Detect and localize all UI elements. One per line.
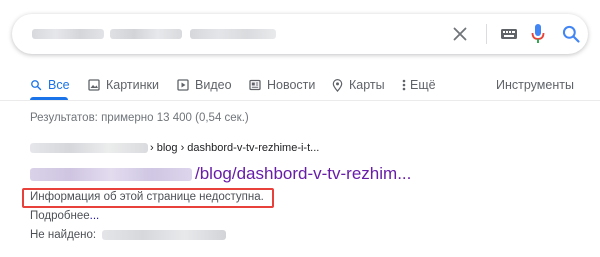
tab-label: Ещё <box>410 78 436 92</box>
blurred-missing-terms <box>102 230 227 240</box>
breadcrumb-path: › blog › dashbord-v-tv-rezhime-i-t... <box>150 142 320 154</box>
more-dots-icon <box>402 79 406 91</box>
search-tabs: Все Картинки Видео Новости Карты Ещё Инс… <box>0 70 600 100</box>
tab-all[interactable]: Все <box>30 75 70 95</box>
tools-button[interactable]: Инструменты <box>496 75 574 95</box>
news-icon <box>249 79 261 91</box>
tab-label: Видео <box>195 78 232 92</box>
tabs-divider <box>0 100 600 101</box>
tab-label: Новости <box>267 78 316 92</box>
blurred-query-part <box>32 29 104 39</box>
map-pin-icon <box>332 78 343 92</box>
images-icon <box>88 79 100 91</box>
result-title-link[interactable]: /blog/dashbord-v-tv-rezhim... <box>30 162 411 186</box>
tab-label: Карты <box>349 78 385 92</box>
not-found-label: Не найдено: <box>30 229 97 241</box>
tab-label: Инструменты <box>496 78 574 92</box>
not-found-line: Не найдено: <box>30 229 227 241</box>
result-title-text: /blog/dashbord-v-tv-rezhim... <box>195 164 412 183</box>
tab-maps[interactable]: Карты <box>332 75 385 95</box>
video-icon <box>177 79 189 91</box>
learn-more-link[interactable]: Подробнее... <box>30 210 99 222</box>
search-box[interactable] <box>12 14 588 54</box>
tab-more[interactable]: Ещё <box>402 75 436 95</box>
learn-more-ellipsis: ... <box>89 210 100 222</box>
tab-news[interactable]: Новости <box>249 75 315 95</box>
tab-label: Картинки <box>106 78 159 92</box>
search-icon[interactable] <box>561 24 581 44</box>
result-stats: Результатов: примерно 13 400 (0,54 сек.) <box>30 112 249 124</box>
result-snippet-notice: Информация об этой странице недоступна. <box>30 191 264 203</box>
blurred-title-part <box>30 167 192 181</box>
mic-icon[interactable] <box>530 23 546 45</box>
keyboard-icon[interactable] <box>500 26 518 42</box>
tab-label: Все <box>48 78 70 92</box>
blurred-query-part <box>190 29 276 39</box>
blurred-domain <box>30 143 148 153</box>
tab-images[interactable]: Картинки <box>88 75 159 95</box>
clear-icon[interactable] <box>449 23 471 45</box>
result-breadcrumb[interactable]: › blog › dashbord-v-tv-rezhime-i-t... <box>30 140 319 156</box>
search-icon <box>31 80 42 91</box>
learn-more-label: Подробнее <box>30 210 90 222</box>
search-box-divider <box>486 24 487 44</box>
tab-videos[interactable]: Видео <box>177 75 232 95</box>
blurred-query-part <box>110 29 182 39</box>
